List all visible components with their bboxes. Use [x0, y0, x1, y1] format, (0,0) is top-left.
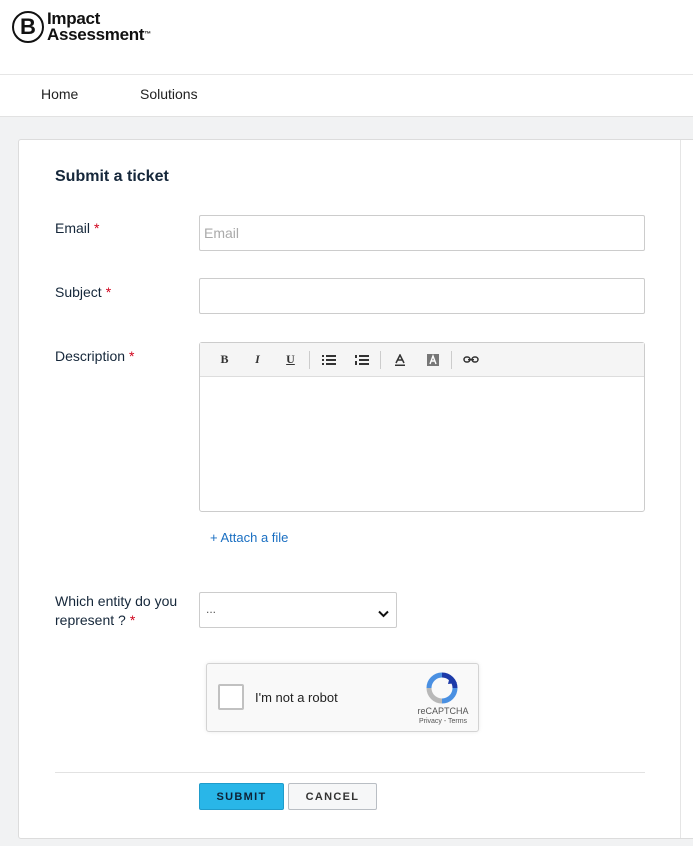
subject-label-text: Subject	[55, 284, 102, 300]
page-title: Submit a ticket	[55, 168, 169, 185]
b-corp-logo-icon: B	[12, 11, 44, 43]
recaptcha-brand: reCAPTCHA	[417, 706, 469, 716]
description-label-text: Description	[55, 348, 126, 364]
required-marker: *	[94, 220, 100, 236]
editor-toolbar: B I U	[200, 343, 644, 377]
nav-item-home[interactable]: Home	[41, 86, 78, 102]
brand-name-line2-wrap: Assessment™	[47, 25, 151, 44]
submit-button[interactable]: SUBMIT	[199, 783, 284, 810]
main-nav: Home Solutions	[0, 75, 693, 117]
bold-icon[interactable]: B	[208, 348, 241, 372]
underline-icon[interactable]: U	[274, 348, 307, 372]
bulleted-list-icon[interactable]	[312, 348, 345, 372]
entity-label-line2: represent ?	[55, 612, 126, 628]
entity-label: Which entity do you represent ? *	[55, 592, 177, 630]
background-color-icon[interactable]	[416, 348, 449, 372]
site-header: B Impact Assessment™	[0, 0, 693, 75]
toolbar-divider	[451, 350, 452, 369]
recaptcha-label: I'm not a robot	[255, 690, 338, 705]
recaptcha-checkbox[interactable]	[218, 684, 244, 710]
entity-select[interactable]: ...	[199, 592, 397, 628]
toolbar-divider	[309, 350, 310, 369]
email-field[interactable]	[199, 215, 645, 251]
link-icon[interactable]	[454, 348, 487, 372]
required-marker: *	[129, 348, 135, 364]
email-label: Email *	[55, 219, 99, 238]
entity-select-value: ...	[206, 602, 217, 616]
description-editor: B I U	[199, 342, 645, 512]
cancel-button[interactable]: CANCEL	[288, 783, 377, 810]
brand-name-line2: Assessment	[47, 25, 145, 44]
recaptcha-widget: I'm not a robot reCAPTCHA Privacy - Term…	[206, 663, 479, 732]
attach-file-link[interactable]: + Attach a file	[210, 530, 288, 545]
entity-label-line1: Which entity do you	[55, 593, 178, 609]
recaptcha-logo-icon	[426, 672, 458, 709]
numbered-list-icon[interactable]	[345, 348, 378, 372]
description-label: Description *	[55, 347, 134, 366]
trademark-symbol: ™	[144, 31, 151, 38]
entity-label-line2-wrap: represent ? *	[55, 611, 177, 630]
subject-field[interactable]	[199, 278, 645, 314]
email-label-text: Email	[55, 220, 91, 236]
required-marker: *	[105, 284, 112, 300]
description-textarea[interactable]	[200, 377, 644, 511]
recaptcha-terms-links[interactable]: Privacy - Terms	[415, 718, 471, 725]
form-divider	[55, 772, 645, 773]
italic-icon[interactable]: I	[241, 348, 274, 372]
chevron-down-icon	[378, 605, 389, 623]
text-color-icon[interactable]	[383, 348, 416, 372]
brand-name: Impact Assessment™	[47, 10, 151, 44]
brand-logo[interactable]: B Impact Assessment™	[12, 10, 151, 44]
required-marker: *	[129, 612, 136, 628]
nav-item-solutions[interactable]: Solutions	[140, 86, 198, 102]
subject-label: Subject *	[55, 283, 111, 302]
card-divider	[680, 140, 681, 838]
toolbar-divider	[380, 350, 381, 369]
